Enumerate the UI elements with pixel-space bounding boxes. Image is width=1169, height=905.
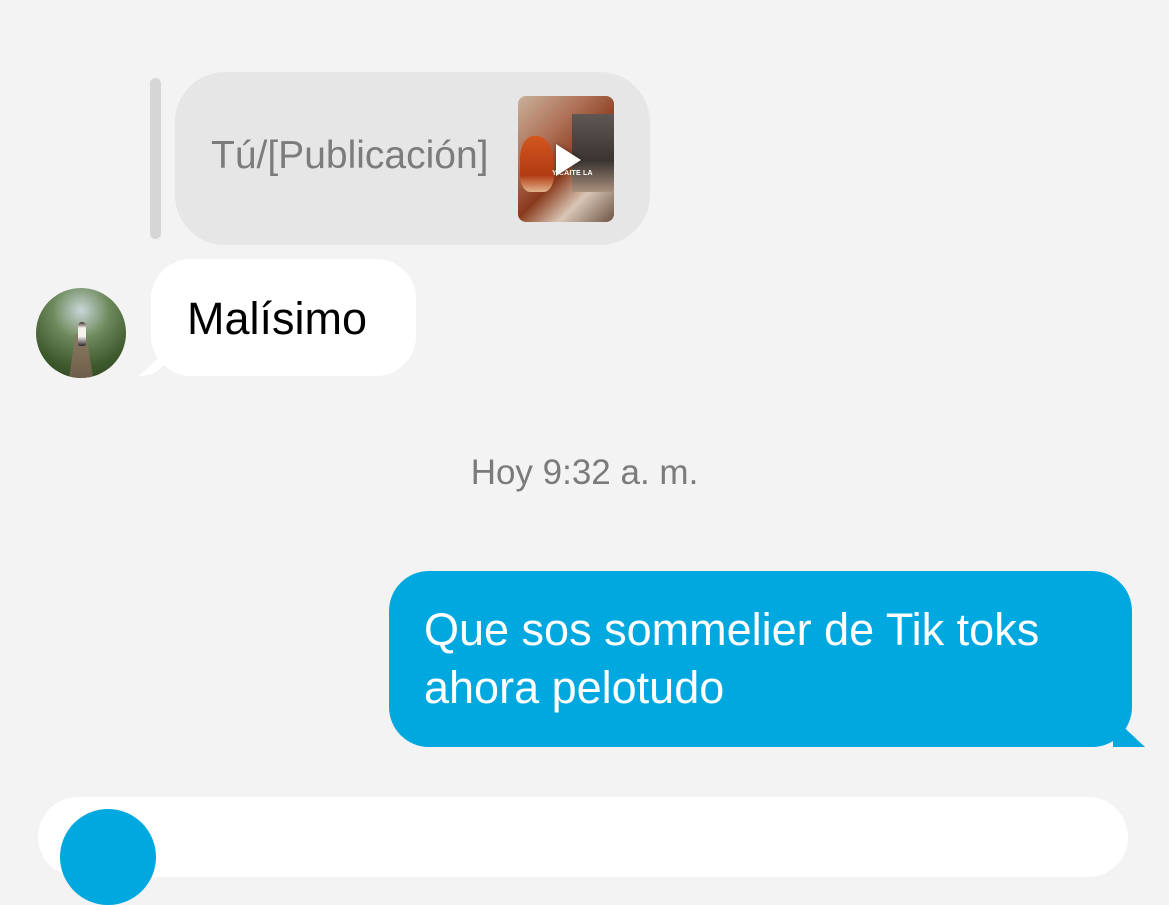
message-composer[interactable] — [38, 797, 1128, 905]
reply-indicator-bar — [150, 78, 161, 239]
outgoing-message-bubble[interactable]: Que sos sommelier de Tik toks ahora pelo… — [389, 571, 1132, 747]
camera-icon[interactable] — [60, 809, 156, 905]
play-icon[interactable] — [556, 144, 581, 176]
thumbnail-hair-shape — [520, 136, 554, 192]
post-thumbnail[interactable]: Y CAITE LA — [518, 96, 614, 222]
incoming-message-bubble[interactable]: Malísimo — [151, 259, 416, 376]
reply-label: Tú/[Publicación] — [211, 134, 489, 177]
outgoing-message-text: Que sos sommelier de Tik toks ahora pelo… — [424, 604, 1040, 713]
incoming-message-text: Malísimo — [187, 293, 368, 344]
replied-post-bubble[interactable]: Tú/[Publicación] Y CAITE LA — [175, 72, 650, 245]
sender-avatar[interactable] — [36, 288, 126, 378]
message-timestamp: Hoy 9:32 a. m. — [470, 453, 699, 492]
avatar-person-shape — [78, 322, 86, 346]
